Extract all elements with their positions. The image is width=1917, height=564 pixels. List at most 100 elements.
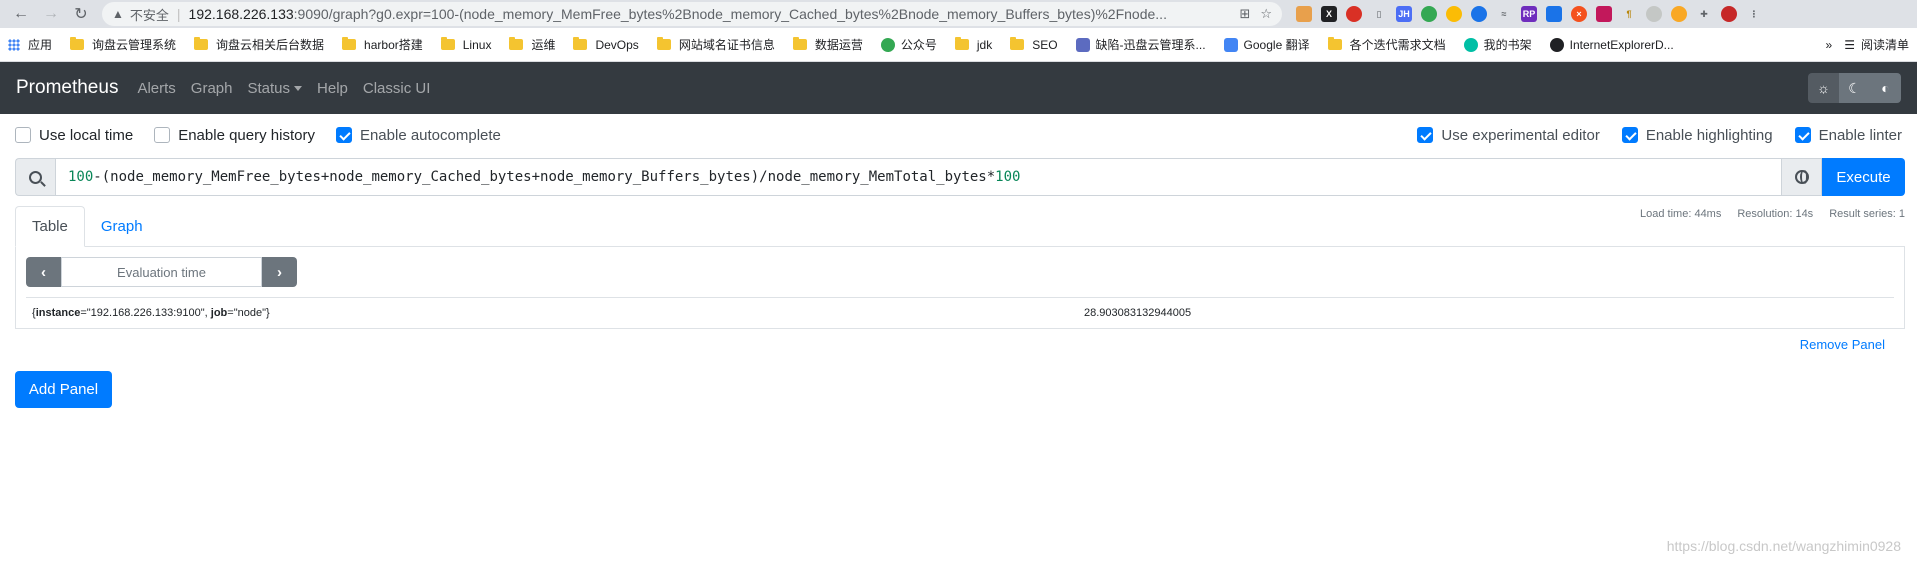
extension-icon[interactable] [1421,6,1437,22]
bookmark-folder[interactable]: 各个迭代需求文档 [1327,36,1446,53]
bookmark-folder[interactable]: harbor搭建 [342,36,423,53]
bookmark-apps[interactable]: 应用 [8,36,52,53]
nav-help[interactable]: Help [317,80,348,97]
tab-table[interactable]: Table [15,206,85,247]
extension-icon[interactable] [1671,6,1687,22]
bookmark-folder[interactable]: 询盘云相关后台数据 [194,36,324,53]
metrics-explorer-button[interactable] [1782,158,1822,196]
folder-icon [573,37,588,50]
extension-icon[interactable] [1296,6,1312,22]
google-translate-icon [1223,37,1238,52]
nav-classic-ui[interactable]: Classic UI [363,80,431,97]
enable-highlighting-checkbox[interactable] [1621,127,1638,143]
resolution: Resolution: 14s [1737,208,1814,220]
use-experimental-editor-option[interactable]: Use experimental editor [1417,127,1600,144]
extension-icon[interactable] [1346,6,1362,22]
extension-icon[interactable]: JH [1396,6,1412,22]
chevron-right-icon[interactable]: › [262,257,297,287]
bookmark-link[interactable]: 我的书架 [1463,36,1532,53]
extension-icon[interactable]: X [1321,6,1337,22]
enable-highlighting-option[interactable]: Enable highlighting [1621,127,1773,144]
bookmark-folder[interactable]: 运维 [509,36,555,53]
use-experimental-editor-checkbox[interactable] [1417,127,1434,143]
folder-icon [440,37,455,50]
add-panel-button[interactable]: Add Panel [15,371,112,408]
bookmark-link[interactable]: Google 翻译 [1223,36,1310,53]
bookmark-link[interactable]: InternetExplorerD... [1549,37,1674,52]
globe-icon [1794,170,1809,184]
enable-linter-option[interactable]: Enable linter [1794,127,1902,144]
enable-linter-checkbox[interactable] [1794,127,1811,143]
remove-panel-link[interactable]: Remove Panel [1800,337,1885,352]
enable-autocomplete-checkbox[interactable] [335,127,352,143]
result-series: Result series: 1 [1829,208,1905,220]
series-labels: {instance="192.168.226.133:9100", job="n… [32,306,270,319]
bookmark-folder[interactable]: 询盘云管理系统 [70,36,176,53]
caret-down-icon [294,86,303,92]
execute-button[interactable]: Execute [1822,158,1905,196]
bookmark-icon[interactable]: ▯ [1371,6,1387,22]
reading-list[interactable]: ☰ 阅读清单 [1844,36,1909,53]
folder-icon [194,37,209,50]
adjust-theme-icon[interactable]: ◐ [1870,73,1901,103]
address-url[interactable]: 192.168.226.133:9090/graph?g0.expr=100-(… [189,6,1230,22]
bookmarks-right: » ☰ 阅读清单 [1826,36,1909,53]
evaluation-time-input[interactable]: Evaluation time [61,257,262,287]
chevron-left-icon[interactable]: ‹ [26,257,61,287]
bookmark-star-icon[interactable]: ☆ [1260,6,1272,22]
forward-arrow-icon[interactable]: → [38,1,64,27]
extension-icon[interactable] [1546,6,1562,22]
nav-graph[interactable]: Graph [191,80,233,97]
extension-icon[interactable] [1596,6,1612,22]
use-local-time-option[interactable]: Use local time [15,127,133,144]
expression-prefix [15,158,55,196]
bookmark-folder[interactable]: jdk [954,37,992,52]
series-value: 28.903083132944005 [1084,306,1192,319]
back-arrow-icon[interactable]: ← [8,1,34,27]
watermark: https://blog.csdn.net/wangzhimin0928 [1666,538,1901,554]
menu-icon[interactable]: ⋮ [1746,6,1762,22]
reload-icon[interactable]: ↻ [68,1,94,27]
folder-icon [1010,37,1025,50]
extension-icon[interactable]: RP [1521,6,1537,22]
nav-status-dropdown[interactable]: Status [248,80,303,97]
folder-icon [656,37,671,50]
enable-autocomplete-option[interactable]: Enable autocomplete [335,127,501,144]
expression-input[interactable]: 100 -(node_memory_MemFree_bytes+node_memo… [55,158,1782,196]
bookmark-folder[interactable]: 数据运营 [792,36,863,53]
folder-icon [509,37,524,50]
brand-logo-text[interactable]: Prometheus [16,77,118,99]
extension-icon[interactable] [1646,6,1662,22]
tab-graph[interactable]: Graph [85,206,159,246]
apps-grid-icon [8,38,20,51]
folder-icon [70,37,85,50]
extension-icon[interactable] [1446,6,1462,22]
extension-icon[interactable]: × [1571,6,1587,22]
query-panel: Table Graph Load time: 44ms Resolution: … [15,206,1905,352]
address-separator: | [176,6,181,22]
bookmark-link[interactable]: 缺陷-迅盘云管理系... [1075,36,1206,53]
nav-alerts[interactable]: Alerts [137,80,175,97]
bookmark-folder[interactable]: 网站域名证书信息 [656,36,775,53]
bug-tracker-icon [1075,37,1090,52]
address-bar[interactable]: ▲ 不安全 | 192.168.226.133:9090/graph?g0.ex… [102,2,1282,26]
extension-icon[interactable]: ≈ [1496,6,1512,22]
bookmark-link[interactable]: 公众号 [880,36,937,53]
enable-query-history-option[interactable]: Enable query history [154,127,315,144]
panel-tabs: Table Graph [15,206,1905,247]
bookmark-folder[interactable]: SEO [1010,37,1058,52]
extension-icon[interactable]: ¶ [1621,6,1637,22]
sun-icon[interactable]: ☼ [1808,73,1839,103]
extension-icon[interactable] [1471,6,1487,22]
enable-query-history-checkbox[interactable] [154,127,171,143]
moon-icon[interactable]: ☾ [1839,73,1870,103]
bookmark-folder[interactable]: DevOps [573,37,639,52]
bookmarks-overflow-icon[interactable]: » [1826,38,1833,52]
profile-avatar[interactable] [1721,6,1737,22]
book-icon [1463,37,1478,52]
use-local-time-checkbox[interactable] [15,127,31,143]
translate-icon[interactable]: ⊞ [1239,6,1250,22]
bookmark-folder[interactable]: Linux [440,37,491,52]
puzzle-icon[interactable]: ✚ [1696,6,1712,22]
table-row: {instance="192.168.226.133:9100", job="n… [26,297,1894,327]
